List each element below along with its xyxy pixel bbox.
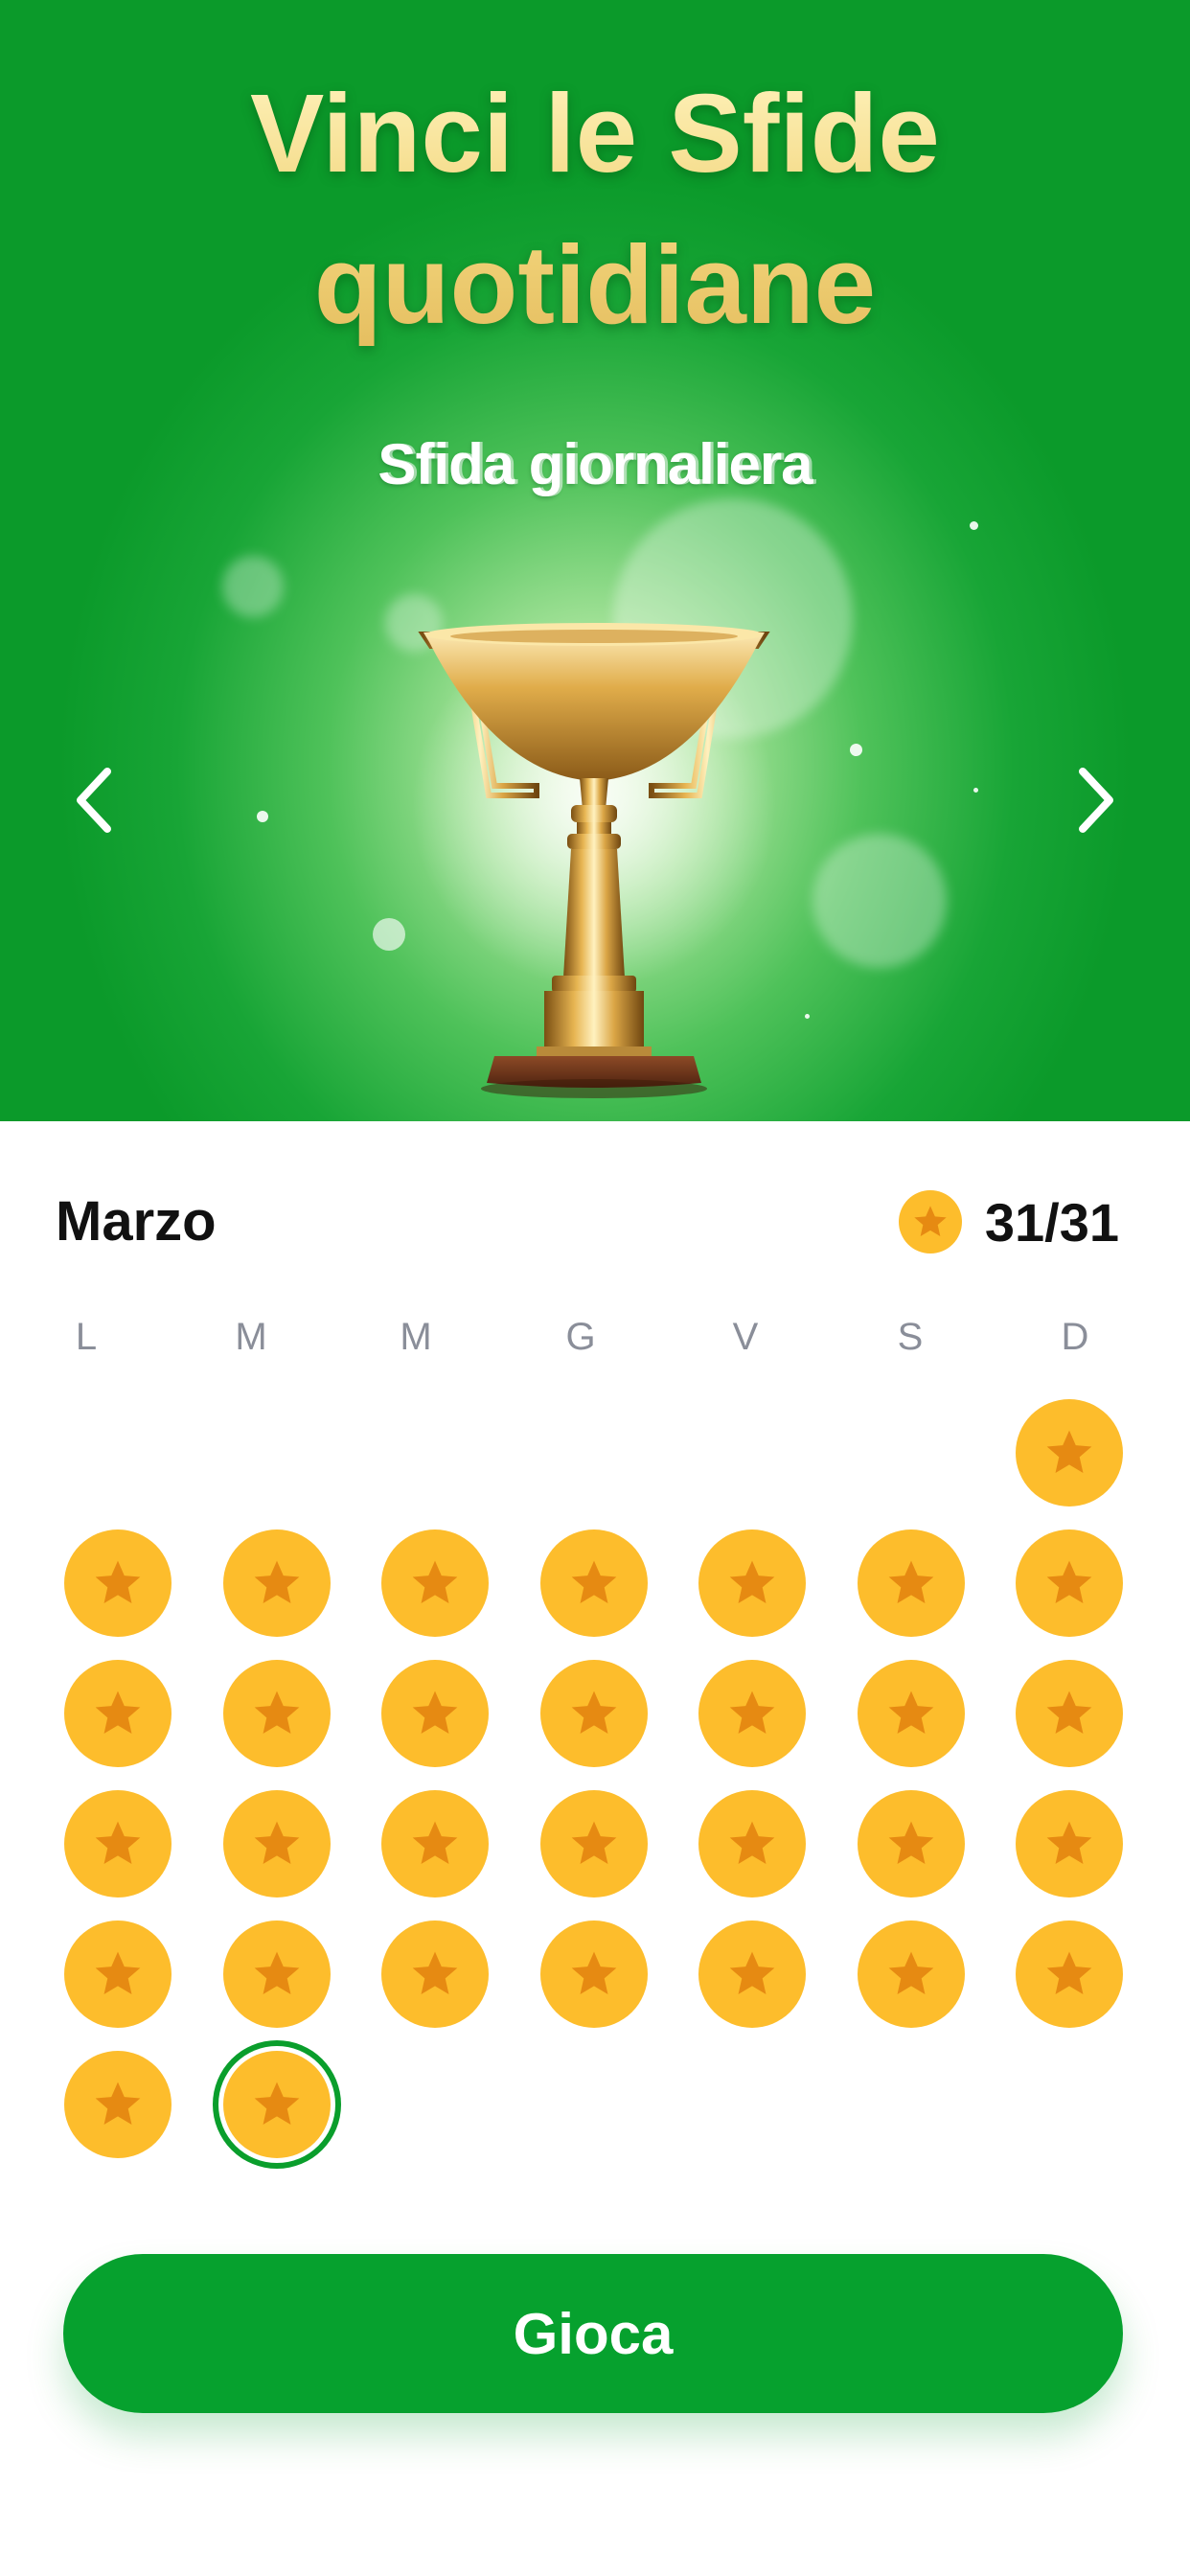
star-icon <box>254 2082 300 2125</box>
sparkle <box>850 744 862 756</box>
sparkle <box>970 521 978 530</box>
title-line-1: Vinci le Sfide <box>250 71 940 196</box>
calendar-day[interactable] <box>698 1530 806 1637</box>
star-icon <box>1046 1951 1092 1994</box>
calendar-day[interactable] <box>64 2051 172 2158</box>
next-button[interactable] <box>1058 757 1134 843</box>
weekday-label: G <box>565 1316 596 1358</box>
star-icon <box>729 1821 775 1864</box>
weekday-label: L <box>75 1316 98 1358</box>
star-icon <box>1046 1821 1092 1864</box>
star-icon <box>412 1821 458 1864</box>
progress-counter: 31/31 <box>898 1184 1119 1260</box>
play-button[interactable]: Gioca <box>63 2254 1123 2413</box>
calendar-day[interactable] <box>64 1660 172 1767</box>
weekday-label: M <box>235 1316 267 1358</box>
weekday-label: M <box>400 1316 432 1358</box>
star-icon <box>412 1560 458 1603</box>
calendar-day[interactable] <box>1016 1920 1123 2028</box>
star-icon <box>888 1821 934 1864</box>
star-icon <box>1046 1690 1092 1734</box>
star-icon <box>95 1560 141 1603</box>
star-icon <box>729 1951 775 1994</box>
calendar-day[interactable] <box>698 1790 806 1898</box>
title-line-2: quotidiane <box>313 222 877 347</box>
calendar-day[interactable] <box>698 1660 806 1767</box>
sparkle <box>805 1014 810 1019</box>
challenge-subtitle: Sfida giornaliera <box>378 432 812 496</box>
chevron-left-icon <box>77 768 111 833</box>
calendar-day[interactable] <box>858 1920 965 2028</box>
calendar-day[interactable] <box>64 1920 172 2028</box>
calendar-day[interactable] <box>64 1790 172 1898</box>
star-icon <box>914 1206 947 1236</box>
star-icon <box>254 1690 300 1734</box>
calendar-day[interactable] <box>540 1790 648 1898</box>
star-icon <box>571 1951 617 1994</box>
calendar-day[interactable] <box>381 1660 489 1767</box>
calendar-day[interactable] <box>381 1920 489 2028</box>
calendar-day[interactable] <box>1016 1660 1123 1767</box>
star-icon <box>1046 1430 1092 1473</box>
star-icon <box>412 1690 458 1734</box>
sparkle <box>973 788 978 793</box>
calendar-day[interactable] <box>540 1920 648 2028</box>
star-icon <box>729 1690 775 1734</box>
star-icon <box>95 1690 141 1734</box>
weekday-header: LMMGVSD <box>0 1308 1190 1366</box>
star-icon <box>571 1690 617 1734</box>
calendar-day[interactable] <box>858 1660 965 1767</box>
calendar-day[interactable] <box>223 1790 331 1898</box>
star-icon <box>888 1690 934 1734</box>
star-coin-icon <box>898 1190 962 1254</box>
star-icon <box>95 1951 141 1994</box>
star-icon <box>254 1951 300 1994</box>
star-icon <box>1046 1560 1092 1603</box>
calendar-day[interactable] <box>1016 1790 1123 1898</box>
star-icon <box>888 1560 934 1603</box>
sparkle <box>257 811 268 822</box>
trophy-icon <box>412 623 776 1098</box>
calendar-day[interactable] <box>540 1530 648 1637</box>
sparkle <box>373 918 405 951</box>
calendar-day-today[interactable] <box>223 2051 331 2158</box>
hero-banner: Vinci le Sfide quotidiane Sfida giornali… <box>0 0 1190 1121</box>
star-icon <box>571 1821 617 1864</box>
star-icon <box>571 1560 617 1603</box>
progress-text: 31/31 <box>984 1191 1119 1253</box>
page-title: Vinci le Sfide quotidiane <box>0 58 1190 360</box>
calendar-day[interactable] <box>858 1790 965 1898</box>
star-icon <box>729 1560 775 1603</box>
star-icon <box>254 1560 300 1603</box>
bokeh-light <box>222 556 284 617</box>
star-icon <box>95 2082 141 2125</box>
chevron-right-icon <box>1079 768 1113 833</box>
star-icon <box>254 1821 300 1864</box>
calendar-day[interactable] <box>381 1530 489 1637</box>
calendar-day[interactable] <box>223 1530 331 1637</box>
calendar-day[interactable] <box>223 1660 331 1767</box>
bokeh-light <box>812 834 947 968</box>
star-icon <box>412 1951 458 1994</box>
calendar-day[interactable] <box>698 1920 806 2028</box>
star-icon <box>95 1821 141 1864</box>
calendar-header: Marzo 31/31 <box>56 1184 1119 1260</box>
previous-button[interactable] <box>56 757 132 843</box>
calendar-day[interactable] <box>64 1530 172 1637</box>
calendar-day[interactable] <box>381 1790 489 1898</box>
calendar-day[interactable] <box>858 1530 965 1637</box>
month-label: Marzo <box>56 1190 217 1253</box>
calendar-day[interactable] <box>223 1920 331 2028</box>
calendar-day[interactable] <box>540 1660 648 1767</box>
weekday-label: V <box>732 1316 759 1358</box>
weekday-label: S <box>897 1316 924 1358</box>
weekday-label: D <box>1061 1316 1089 1358</box>
calendar-day[interactable] <box>1016 1530 1123 1637</box>
star-icon <box>888 1951 934 1994</box>
calendar-day[interactable] <box>1016 1399 1123 1506</box>
